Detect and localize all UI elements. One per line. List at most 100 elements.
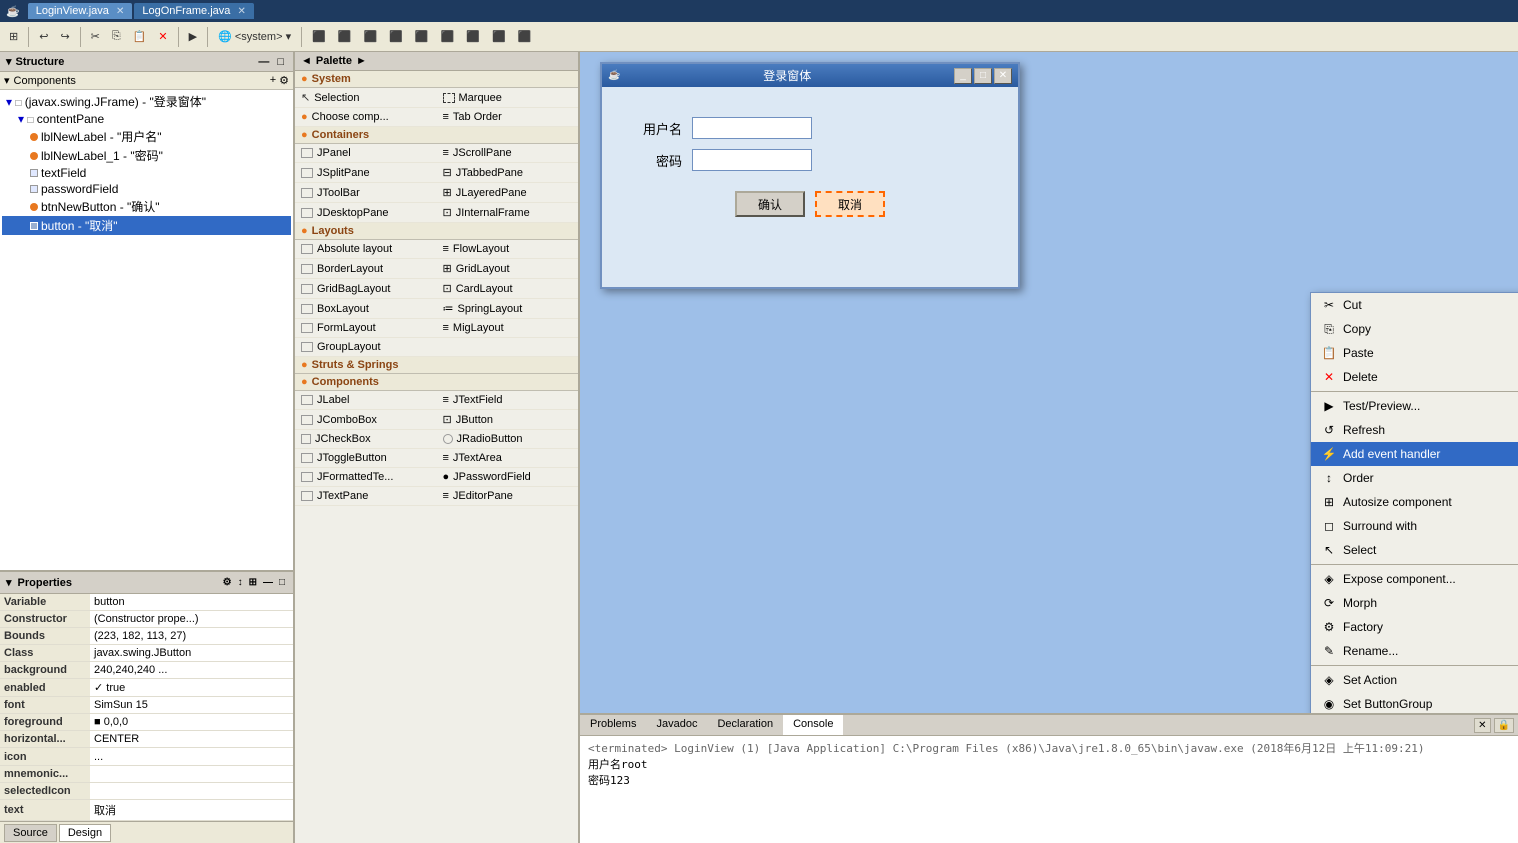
prop-value-fg[interactable]: ■ 0,0,0 (90, 714, 293, 731)
tree-item-3[interactable]: lblNewLabel_1 - "密码" (2, 146, 291, 165)
toolbar-align-bottom-btn[interactable]: ⬛ (410, 27, 434, 46)
palette-item-jbutton[interactable]: ⊡ JButton (437, 410, 579, 430)
comp-settings-btn[interactable]: ⚙ (279, 74, 289, 87)
ctx-test-preview[interactable]: ▶ Test/Preview... (1311, 394, 1518, 418)
tree-item-7[interactable]: button - "取消" (2, 216, 291, 235)
password-input[interactable] (692, 149, 812, 171)
win-minimize-btn[interactable]: _ (954, 68, 972, 84)
toolbar-delete-btn[interactable]: ✕ (153, 27, 172, 46)
ctx-morph[interactable]: ⟳ Morph ► (1311, 591, 1518, 615)
palette-item-jtoolbar[interactable]: JToolBar (295, 183, 437, 203)
ctx-set-buttongroup[interactable]: ◉ Set ButtonGroup ► (1311, 692, 1518, 713)
palette-item-jeditorpane[interactable]: ≡ JEditorPane (437, 487, 579, 506)
toolbar-run-btn[interactable]: ▶ (184, 27, 202, 46)
palette-section-components[interactable]: ● Components (295, 374, 578, 391)
structure-minimize-btn[interactable]: — (255, 56, 272, 68)
tab-problems[interactable]: Problems (580, 715, 646, 735)
tab-loginview[interactable]: LoginView.java ✕ (28, 3, 133, 19)
prop-value-mnemonic[interactable] (90, 766, 293, 783)
ctx-rename[interactable]: ✎ Rename... (1311, 639, 1518, 663)
tab-console[interactable]: Console (783, 715, 843, 735)
palette-item-jscrollpane[interactable]: ≡ JScrollPane (437, 144, 579, 163)
palette-item-miglayout[interactable]: ≡ MigLayout (437, 319, 579, 338)
palette-item-springlayout[interactable]: ≔ SpringLayout (437, 299, 579, 319)
palette-item-jtogglebutton[interactable]: JToggleButton (295, 449, 437, 468)
palette-item-selection[interactable]: ↖ Selection (295, 88, 437, 108)
ctx-order[interactable]: ↕ Order ► (1311, 466, 1518, 490)
tree-item-5[interactable]: passwordField (2, 181, 291, 197)
props-icon5[interactable]: □ (277, 575, 287, 590)
palette-item-gridbaglayout[interactable]: GridBagLayout (295, 279, 437, 299)
prop-value-bounds[interactable]: (223, 182, 113, 27) (90, 628, 293, 645)
palette-section-system[interactable]: ● System (295, 71, 578, 88)
win-restore-btn[interactable]: □ (974, 68, 992, 84)
palette-item-jlabel[interactable]: JLabel (295, 391, 437, 410)
console-clear-btn[interactable]: ✕ (1474, 718, 1490, 733)
props-icon2[interactable]: ↕ (236, 575, 245, 590)
ctx-cut[interactable]: ✂ Cut Ctrl+X (1311, 293, 1518, 317)
palette-item-jtextarea[interactable]: ≡ JTextArea (437, 449, 579, 468)
toolbar-misc3-btn[interactable]: ⬛ (487, 27, 511, 46)
toolbar-misc2-btn[interactable]: ⬛ (461, 27, 485, 46)
props-icon3[interactable]: ⊞ (247, 575, 259, 590)
prop-value-font[interactable]: SimSun 15 (90, 697, 293, 714)
palette-arrow-left[interactable]: ◄ (301, 55, 312, 67)
design-area[interactable]: ☕ 登录窗体 _ □ ✕ 用户名 (580, 52, 1518, 713)
palette-item-boxlayout[interactable]: BoxLayout (295, 299, 437, 319)
toolbar-system-btn[interactable]: 🌐 <system> ▾ (213, 27, 296, 46)
console-scroll-lock-btn[interactable]: 🔒 (1494, 718, 1514, 733)
confirm-btn[interactable]: 确认 (735, 191, 805, 217)
toolbar-copy-btn[interactable]: ⎘ (107, 27, 126, 46)
tab-declaration[interactable]: Declaration (707, 715, 783, 735)
toolbar-align-right-btn[interactable]: ⬛ (359, 27, 383, 46)
ctx-autosize[interactable]: ⊞ Autosize component (1311, 490, 1518, 514)
palette-item-cardlayout[interactable]: ⊡ CardLayout (437, 279, 579, 299)
prop-value-enabled[interactable]: ✓ true (90, 679, 293, 697)
tab-javadoc[interactable]: Javadoc (646, 715, 707, 735)
ctx-refresh[interactable]: ↺ Refresh F5 (1311, 418, 1518, 442)
props-icon4[interactable]: — (261, 575, 275, 590)
ctx-factory[interactable]: ⚙ Factory ► (1311, 615, 1518, 639)
toolbar-cut-btn[interactable]: ✂ (86, 27, 105, 46)
palette-item-flowlayout[interactable]: ≡ FlowLayout (437, 240, 579, 259)
toolbar-undo-btn[interactable]: ↩ (34, 27, 53, 46)
ctx-select[interactable]: ↖ Select ► (1311, 538, 1518, 562)
comp-add-btn[interactable]: + (270, 74, 276, 87)
toolbar-paste-btn[interactable]: 📋 (128, 27, 152, 46)
prop-value-horizontal[interactable]: CENTER (90, 731, 293, 748)
palette-section-containers[interactable]: ● Containers (295, 127, 578, 144)
toolbar-misc4-btn[interactable]: ⬛ (513, 27, 537, 46)
ctx-delete[interactable]: ✕ Delete Delete (1311, 365, 1518, 389)
palette-item-tab-order[interactable]: ≡ Tab Order (437, 108, 579, 127)
ctx-paste[interactable]: 📋 Paste Ctrl+V (1311, 341, 1518, 365)
toolbar-align-left-btn[interactable]: ⬛ (307, 27, 331, 46)
ctx-add-event-handler[interactable]: ⚡ Add event handler ► (1311, 442, 1518, 466)
ctx-surround-with[interactable]: ◻ Surround with ► (1311, 514, 1518, 538)
palette-item-formlayout[interactable]: FormLayout (295, 319, 437, 338)
prop-value-bg[interactable]: 240,240,240 ... (90, 662, 293, 679)
palette-item-grouplayout[interactable]: GroupLayout (295, 338, 437, 357)
palette-item-jformattedtextfield[interactable]: JFormattedTe... (295, 468, 437, 487)
palette-item-jradiobutton[interactable]: JRadioButton (437, 430, 579, 449)
prop-value-variable[interactable]: button (90, 594, 293, 611)
prop-value-selectedicon[interactable] (90, 783, 293, 800)
palette-item-choose-comp[interactable]: ● Choose comp... (295, 108, 437, 127)
palette-arrow-right[interactable]: ► (356, 55, 367, 67)
palette-item-jinternalframe[interactable]: ⊡ JInternalFrame (437, 203, 579, 223)
palette-section-layouts[interactable]: ● Layouts (295, 223, 578, 240)
prop-value-icon[interactable]: ... (90, 748, 293, 766)
tree-item-4[interactable]: textField (2, 165, 291, 181)
ctx-set-action[interactable]: ◈ Set Action ► (1311, 668, 1518, 692)
toolbar-redo-btn[interactable]: ↪ (55, 27, 74, 46)
toolbar-align-top-btn[interactable]: ⬛ (384, 27, 408, 46)
tree-item-1[interactable]: ▾ □ contentPane (2, 111, 291, 127)
prop-value-class[interactable]: javax.swing.JButton (90, 645, 293, 662)
ctx-copy[interactable]: ⎘ Copy Ctrl+C (1311, 317, 1518, 341)
ctx-expose[interactable]: ◈ Expose component... (1311, 567, 1518, 591)
tree-item-0[interactable]: ▾ □ (javax.swing.JFrame) - "登录窗体" (2, 92, 291, 111)
palette-item-jpasswordfield[interactable]: ● JPasswordField (437, 468, 579, 487)
palette-item-marquee[interactable]: Marquee (437, 88, 579, 108)
palette-item-jdesktoppane[interactable]: JDesktopPane (295, 203, 437, 223)
toolbar-align-center-btn[interactable]: ⬛ (333, 27, 357, 46)
tab-logonframe[interactable]: LogOnFrame.java ✕ (134, 3, 254, 19)
